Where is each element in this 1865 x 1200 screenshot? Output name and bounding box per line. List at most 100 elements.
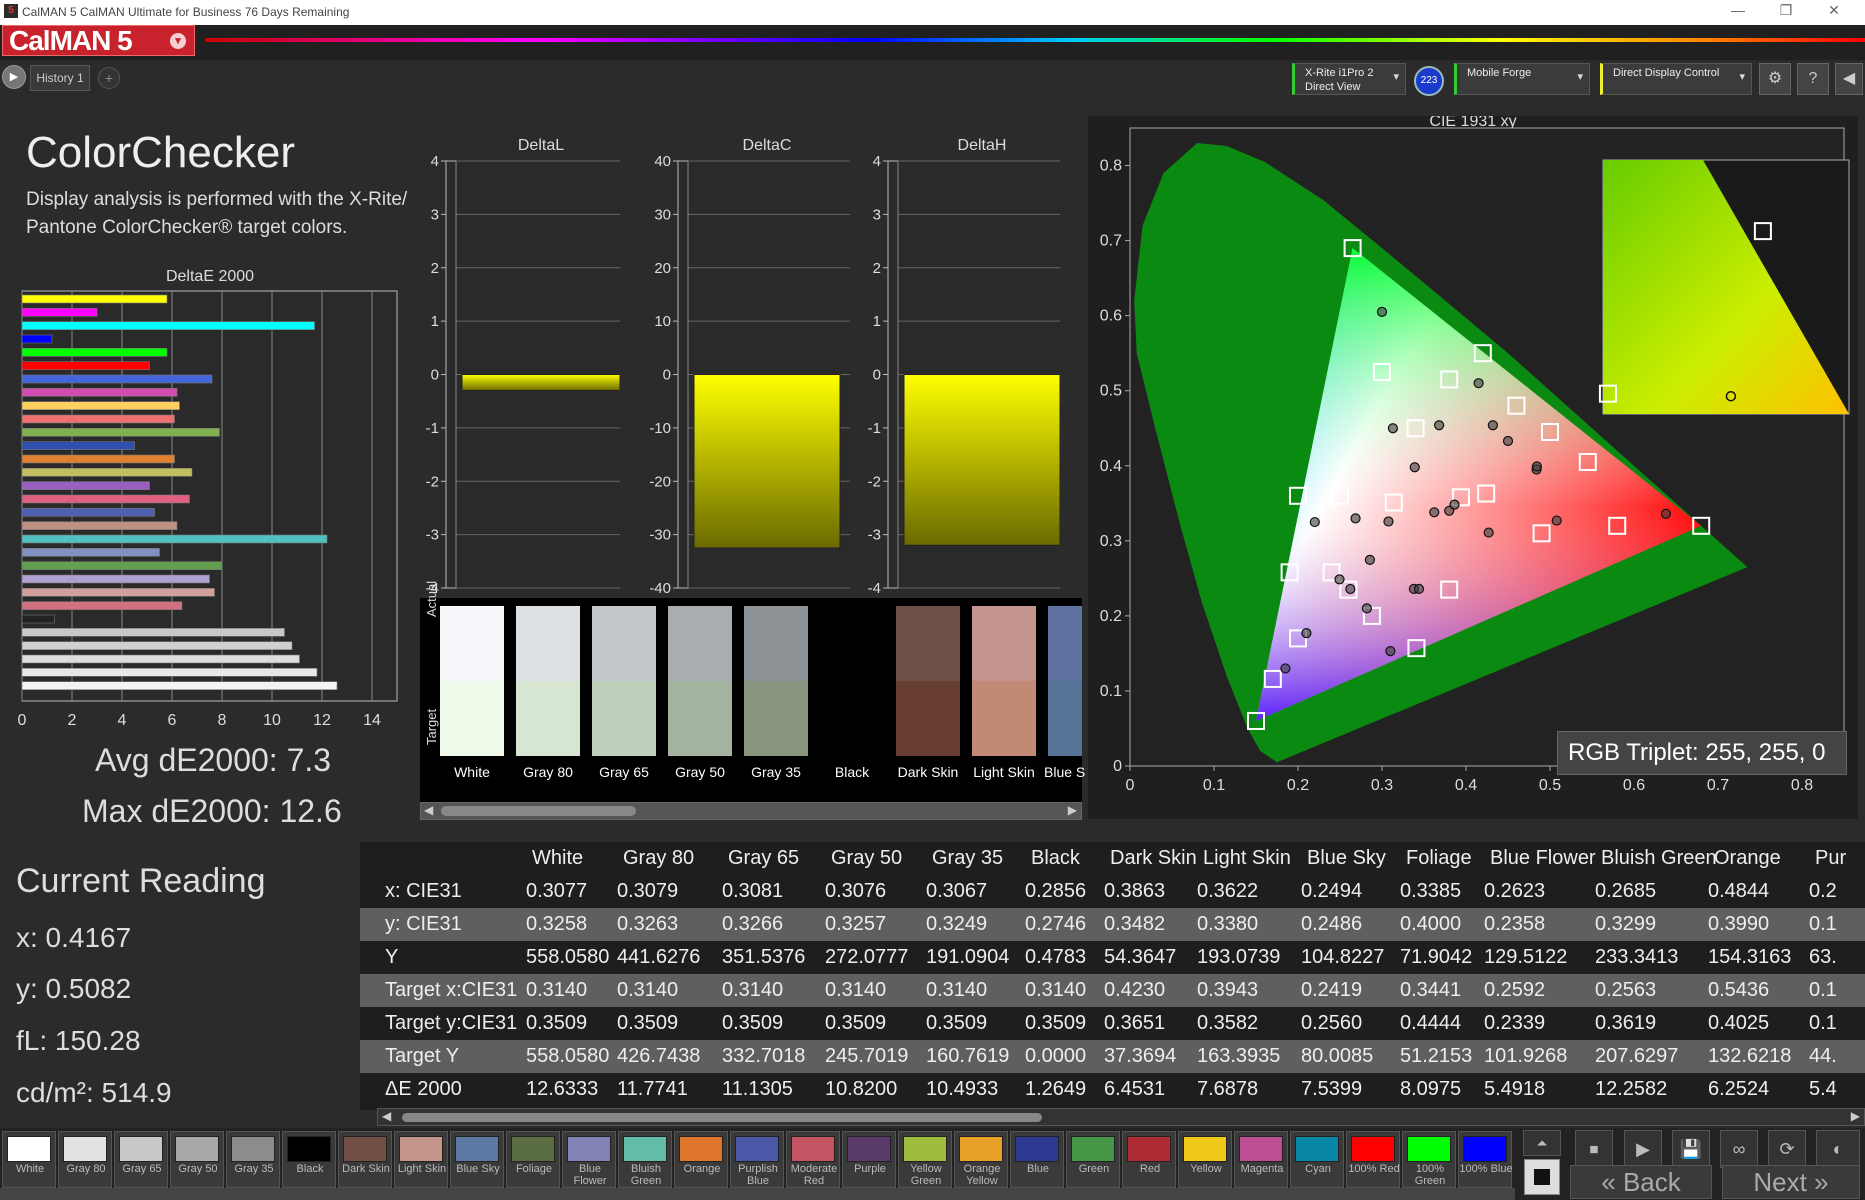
close-button[interactable]: ✕ [1814, 2, 1854, 19]
delta-tick-label: 3 [431, 206, 439, 223]
swatch-chip [735, 1136, 779, 1162]
add-tab-button[interactable]: + [98, 67, 120, 89]
table-cell: 0.3076 [825, 880, 887, 902]
bottom-swatch-blue-flower[interactable]: Blue Flower [562, 1131, 616, 1188]
table-cell: 0.3140 [617, 979, 679, 1001]
options-icon[interactable]: ◐ [1816, 1130, 1860, 1168]
bottom-swatch-gray-65[interactable]: Gray 65 [114, 1131, 168, 1188]
bottom-swatch-light-skin[interactable]: Light Skin [394, 1131, 448, 1188]
bottom-swatch-white[interactable]: White [2, 1131, 56, 1188]
bottom-swatch-purple[interactable]: Purple [842, 1131, 896, 1188]
delta-tick-label: -20 [649, 473, 671, 490]
scroll-left-icon[interactable]: ◀ [382, 1109, 391, 1123]
table-cell: 0.3482 [1104, 913, 1166, 935]
play-icon[interactable]: ▶ [2, 65, 26, 89]
meter-badge[interactable]: 223 [1414, 66, 1444, 96]
play-icon[interactable]: ▶ [1624, 1130, 1662, 1168]
scroll-right-icon[interactable]: ▶ [1068, 803, 1077, 817]
refresh-icon[interactable]: ⟳ [1768, 1130, 1806, 1168]
bottom-swatch-gray-35[interactable]: Gray 35 [226, 1131, 280, 1188]
bottom-scrollbar[interactable] [0, 1188, 1515, 1200]
swatch-gray-65[interactable]: Gray 65 [592, 606, 656, 780]
next-button[interactable]: Next » [1722, 1165, 1860, 1199]
deltae-bar [21, 401, 180, 410]
help-icon[interactable]: ? [1797, 63, 1829, 95]
bottom-swatch-yellow-green[interactable]: Yellow Green [898, 1131, 952, 1188]
bottom-swatch-gray-50[interactable]: Gray 50 [170, 1131, 224, 1188]
swatch-gray-50[interactable]: Gray 50 [668, 606, 732, 780]
delta-tick-label: -1 [426, 420, 439, 437]
table-cell: 0.1 [1809, 979, 1837, 1001]
save-icon[interactable]: 💾 [1672, 1130, 1710, 1168]
table-cell: 0.3067 [926, 880, 988, 902]
bottom-swatch-moderate-red[interactable]: Moderate Red [786, 1131, 840, 1188]
delta-tick-label: 2 [873, 260, 881, 277]
tab-history-1[interactable]: History 1 [30, 65, 90, 91]
bottom-swatch-orange[interactable]: Orange [674, 1131, 728, 1188]
bottom-swatch-gray-80[interactable]: Gray 80 [58, 1131, 112, 1188]
bottom-swatch-bluish-green[interactable]: Bluish Green [618, 1131, 672, 1188]
record-stop-button[interactable] [1524, 1159, 1560, 1195]
table-cell: 0.2563 [1595, 979, 1657, 1001]
bottom-swatch-green[interactable]: Green [1066, 1131, 1120, 1188]
app-icon: 5 [4, 4, 18, 18]
bottom-swatch-100-red[interactable]: 100% Red [1346, 1131, 1400, 1188]
swatch-chip [455, 1136, 499, 1162]
table-cell: 0.3140 [722, 979, 784, 1001]
scroll-right-icon[interactable]: ▶ [1851, 1109, 1860, 1123]
swatch-gray-80[interactable]: Gray 80 [516, 606, 580, 780]
table-header: White Gray 80 Gray 65 Gray 50 Gray 35 Black Da… [360, 842, 1865, 875]
table-scrollbar[interactable]: ◀ ▶ [377, 1108, 1865, 1126]
minimize-button[interactable]: — [1718, 2, 1758, 18]
meter-selector[interactable]: X-Rite i1Pro 2 Direct View ▾ [1292, 63, 1406, 95]
calman-logo-menu[interactable]: CalMAN 5 ▾ [2, 25, 195, 56]
swatch-dark-skin[interactable]: Dark Skin [896, 606, 960, 780]
bottom-swatch-red[interactable]: Red [1122, 1131, 1176, 1188]
bottom-swatch-dark-skin[interactable]: Dark Skin [338, 1131, 392, 1188]
swatch-white[interactable]: White [440, 606, 504, 780]
bottom-swatch-100-blue[interactable]: 100% Blue [1458, 1131, 1513, 1188]
bottom-swatch-black[interactable]: Black [282, 1131, 336, 1188]
swatch-gray-35[interactable]: Gray 35 [744, 606, 808, 780]
scroll-thumb[interactable] [402, 1113, 1042, 1122]
bottom-swatch-magenta[interactable]: Magenta [1234, 1131, 1288, 1188]
bottom-swatch-yellow[interactable]: Yellow [1178, 1131, 1232, 1188]
swatch-label: Orange [683, 1163, 721, 1175]
bottom-swatch-foliage[interactable]: Foliage [506, 1131, 560, 1188]
swatch-actual [896, 606, 960, 681]
collapse-icon[interactable]: ◀ [1835, 63, 1863, 95]
actual-point [1383, 516, 1394, 527]
table-cell: 0.2419 [1301, 979, 1363, 1001]
actual-point [1334, 574, 1345, 585]
back-button[interactable]: « Back [1570, 1165, 1712, 1199]
scroll-thumb[interactable] [441, 806, 636, 816]
swatch-light-skin[interactable]: Light Skin [972, 606, 1036, 780]
stop-icon[interactable]: ⏹ [1575, 1130, 1613, 1168]
swatch-chip [903, 1136, 947, 1162]
scroll-left-icon[interactable]: ◀ [424, 803, 433, 817]
table-row-label: y: CIE31 [385, 913, 462, 935]
bottom-swatch-blue[interactable]: Blue [1010, 1131, 1064, 1188]
actual-point [1487, 420, 1498, 431]
bottom-swatch-cyan[interactable]: Cyan [1290, 1131, 1344, 1188]
source-selector[interactable]: Mobile Forge ▾ [1454, 63, 1590, 95]
maximize-button[interactable]: ❐ [1766, 2, 1806, 19]
table-column-header: White [532, 847, 584, 869]
up-icon[interactable]: ⏶ [1523, 1130, 1561, 1156]
bottom-swatch-purplish-blue[interactable]: Purplish Blue [730, 1131, 784, 1188]
bottom-swatch-orange-yellow[interactable]: Orange Yellow [954, 1131, 1008, 1188]
loop-icon[interactable]: ∞ [1720, 1130, 1758, 1168]
swatch-label: Bluish Green [630, 1163, 662, 1187]
display-selector[interactable]: Direct Display Control ▾ [1600, 63, 1752, 95]
swatch-scrollbar[interactable]: ◀ ▶ [420, 802, 1082, 820]
bottom-swatch-100-green[interactable]: 100% Green [1402, 1131, 1456, 1188]
chevron-down-icon: ▾ [1739, 71, 1745, 83]
table-cell: 129.5122 [1484, 946, 1568, 968]
deltae-bar [21, 428, 220, 437]
swatch-black[interactable]: Black [820, 606, 884, 780]
bottom-swatch-blue-sky[interactable]: Blue Sky [450, 1131, 504, 1188]
gear-icon[interactable]: ⚙ [1759, 63, 1791, 95]
deltae-bar [21, 414, 175, 424]
swatch-blue-sky[interactable]: Blue Sky [1044, 606, 1086, 780]
deltae-tick-label: 0 [18, 712, 27, 729]
